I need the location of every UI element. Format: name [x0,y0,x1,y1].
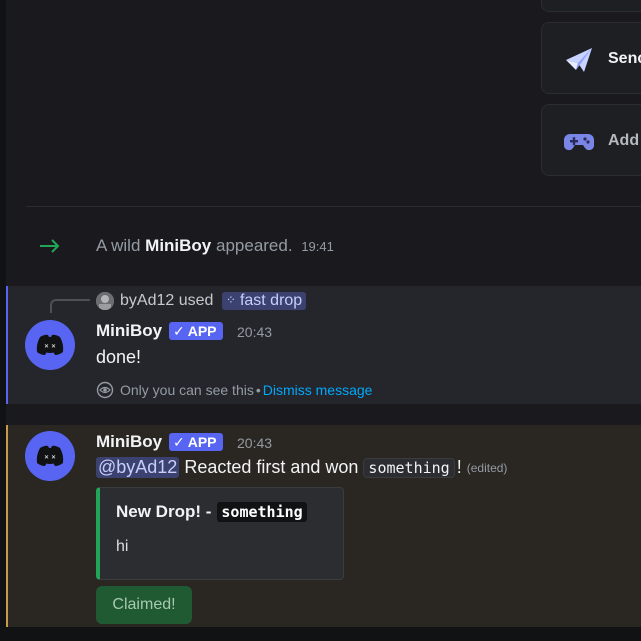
embed-title-code: something [217,502,307,522]
slash-command[interactable]: ⁘ fast drop [221,292,307,310]
card-partial[interactable] [541,0,641,12]
bottom-bar [0,627,641,641]
slash-command-label: fast drop [239,292,303,309]
message-content: done! [96,347,142,367]
svg-text:✕: ✕ [51,454,56,461]
message-punct: ! [456,457,462,477]
embed-card: New Drop! - something hi [96,487,344,580]
embed-title-text: New Drop! - [116,502,212,521]
svg-text:✕: ✕ [44,454,49,461]
app-badge: ✓ APP [169,433,223,451]
send-card[interactable]: Senc [541,22,641,94]
user-mention[interactable]: @byAd12 [96,457,180,478]
app-badge-label: APP [187,434,217,450]
svg-text:✕: ✕ [44,343,49,350]
message-timestamp[interactable]: 20:43 [237,435,272,451]
app-badge: ✓ APP [169,322,223,340]
system-suffix: appeared. [216,236,293,255]
add-card-label: Add [608,132,640,149]
bot-avatar[interactable]: ✕ ✕ [25,320,75,370]
message-content: @byAd12 Reacted first and won something … [96,457,507,478]
bot-avatar[interactable]: ✕ ✕ [25,431,75,481]
gamepad-icon [564,127,594,157]
reply-username[interactable]: byAd12 [120,292,174,309]
message-text: Reacted first and won [184,457,359,477]
dismiss-message-link[interactable]: Dismiss message [263,382,373,398]
command-icon: ⁘ [225,293,236,307]
edited-label: (edited) [466,460,508,475]
send-card-label: Senc [608,50,641,67]
discord-logo-icon: ✕ ✕ [36,334,64,355]
embed-description: hi [116,538,129,555]
reply-action: used [178,292,214,309]
author-name[interactable]: MiniBoy [96,321,162,341]
join-arrow-icon [38,236,62,256]
author-name[interactable]: MiniBoy [96,432,162,452]
system-message: A wild MiniBoy appeared. 19:41 [96,236,334,256]
system-username[interactable]: MiniBoy [145,236,211,255]
reply-connector [50,299,90,313]
claimed-button[interactable]: Claimed! [96,586,192,624]
verified-check-icon: ✓ [173,433,185,450]
add-card[interactable]: Add [541,104,641,176]
reply-preview[interactable]: byAd12 used ⁘ fast drop [120,292,307,310]
divider [26,206,641,207]
system-timestamp: 19:41 [301,239,334,254]
inline-code: something [363,457,455,478]
discord-logo-icon: ✕ ✕ [36,445,64,466]
ephemeral-separator: • [255,382,261,398]
reply-avatar[interactable] [96,292,114,310]
paper-plane-icon [564,45,594,75]
app-badge-label: APP [187,323,217,339]
embed-title: New Drop! - something [116,502,307,522]
ephemeral-note: Only you can see this • Dismiss message [96,381,372,399]
eye-icon [96,381,114,399]
verified-check-icon: ✓ [173,322,185,339]
svg-text:✕: ✕ [51,343,56,350]
ephemeral-label: Only you can see this [120,382,254,398]
system-prefix: A wild [96,236,141,255]
message-timestamp[interactable]: 20:43 [237,324,272,340]
